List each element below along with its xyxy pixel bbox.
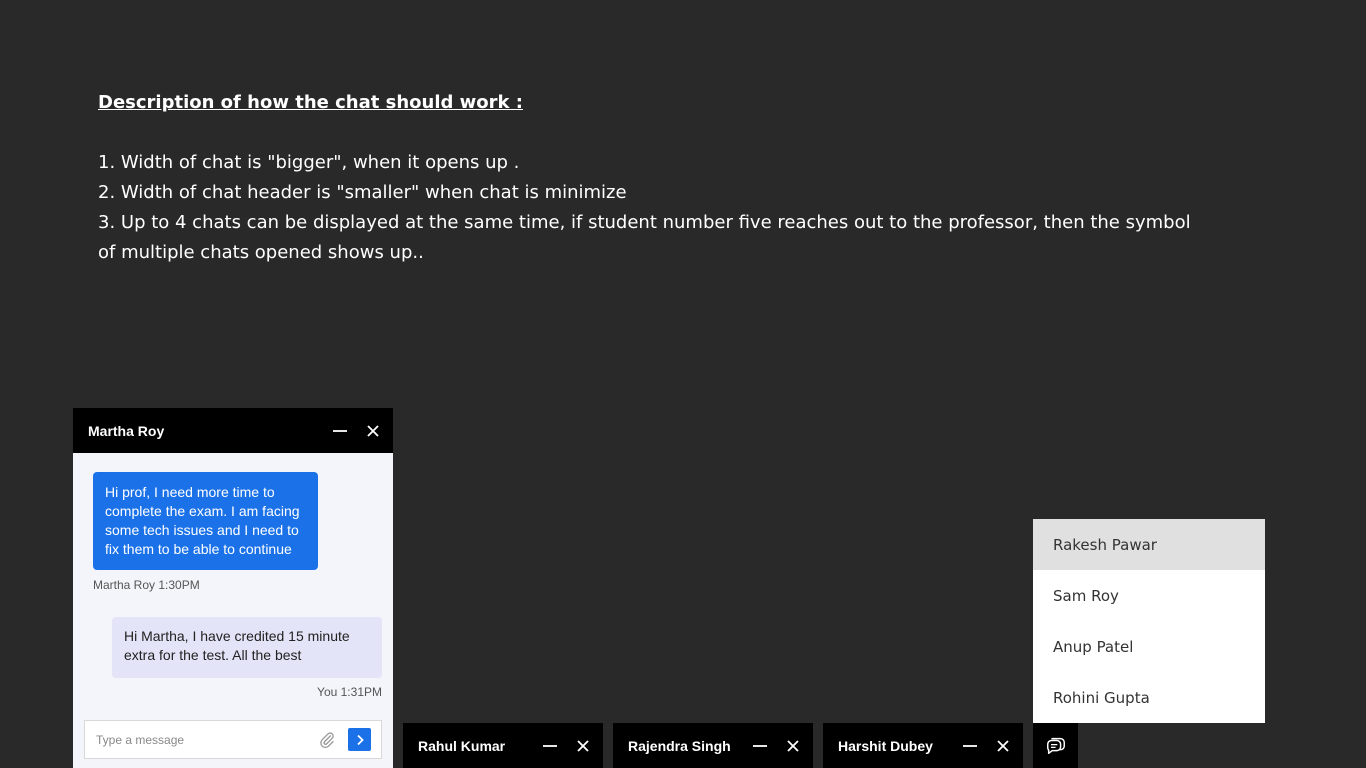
overflow-chat-item[interactable]: Sam Roy [1033, 570, 1265, 621]
description-heading: Description of how the chat should work … [98, 92, 523, 113]
minimize-icon [332, 429, 347, 432]
description: Description of how the chat should work … [98, 89, 1208, 268]
close-button[interactable] [986, 723, 1019, 768]
close-button[interactable] [356, 408, 389, 453]
incoming-message: Hi prof, I need more time to complete th… [93, 472, 318, 570]
minimize-button[interactable] [743, 723, 776, 768]
overflow-chat-list: Rakesh Pawar Sam Roy Anup Patel Rohini G… [1033, 519, 1265, 723]
chat-contact-name: Martha Roy [88, 422, 165, 439]
message-meta: Martha Roy 1:30PM [93, 578, 200, 592]
minimize-icon [752, 744, 767, 747]
close-icon [786, 739, 799, 752]
message-composer [84, 720, 382, 759]
page: Description of how the chat should work … [0, 0, 1366, 768]
minimize-button[interactable] [323, 408, 356, 453]
close-icon [576, 739, 589, 752]
send-button[interactable] [348, 728, 371, 751]
chat-contact-name: Rajendra Singh [628, 737, 731, 754]
chat-contact-name: Rahul Kumar [418, 737, 506, 754]
close-icon [366, 424, 379, 437]
minimize-icon [542, 744, 557, 747]
message-meta: You 1:31PM [317, 685, 382, 699]
chat-header[interactable]: Martha Roy [73, 408, 393, 453]
overflow-chat-item[interactable]: Rohini Gupta [1033, 672, 1265, 723]
minimized-chat[interactable]: Rahul Kumar [403, 723, 603, 768]
multiple-chats-button[interactable] [1033, 723, 1078, 768]
chat-window-open: Martha Roy Hi prof, I need more time to … [73, 408, 393, 768]
close-icon [996, 739, 1009, 752]
description-line: 3. Up to 4 chats can be displayed at the… [98, 212, 1191, 263]
attach-button[interactable] [314, 727, 340, 753]
minimize-button[interactable] [533, 723, 566, 768]
message-input[interactable] [96, 732, 314, 747]
description-line: 1. Width of chat is "bigger", when it op… [98, 152, 520, 173]
overflow-chat-item[interactable]: Rakesh Pawar [1033, 519, 1265, 570]
chevron-right-icon [356, 734, 364, 745]
paperclip-icon [320, 731, 334, 748]
minimize-button[interactable] [953, 723, 986, 768]
close-button[interactable] [776, 723, 809, 768]
minimized-chat[interactable]: Harshit Dubey [823, 723, 1023, 768]
description-line: 2. Width of chat header is "smaller" whe… [98, 182, 627, 203]
overflow-chat-item[interactable]: Anup Patel [1033, 621, 1265, 672]
minimized-chat[interactable]: Rajendra Singh [613, 723, 813, 768]
multiple-chats-icon [1046, 737, 1065, 754]
chat-contact-name: Harshit Dubey [838, 737, 933, 754]
minimize-icon [962, 744, 977, 747]
close-button[interactable] [566, 723, 599, 768]
outgoing-message: Hi Martha, I have credited 15 minute ext… [112, 617, 382, 678]
